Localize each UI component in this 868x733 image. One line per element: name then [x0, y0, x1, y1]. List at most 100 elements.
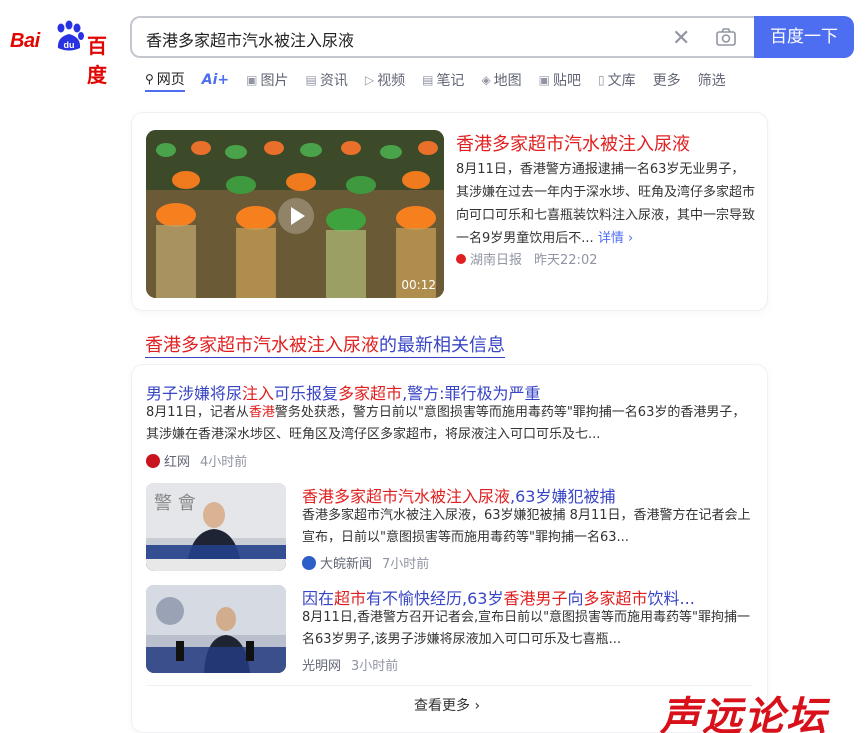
title-part: ,63岁嫌犯被捕: [510, 487, 616, 506]
title-part: 有不愉快经历,63岁: [366, 589, 504, 608]
news-title-1[interactable]: 男子涉嫌将尿注入可乐报复多家超市,警方:罪行极为严重: [146, 380, 541, 404]
search-tabs: ⚲ 网页 Ai+ ▣ 图片 ▤ 资讯 ▷ 视频 ▤ 笔记 ◈ 地图 ▣ 贴吧 ▯ 文库 更多 筛…: [145, 68, 743, 94]
tab-news[interactable]: ▤ 资讯: [306, 68, 348, 92]
desc-part: 8月11日，记者从: [146, 405, 249, 420]
search-query-text[interactable]: 香港多家超市汽水被注入尿液: [146, 27, 354, 51]
title-rest-part: 的最新相关信息: [379, 335, 505, 356]
title-part: 饮料...: [647, 589, 695, 608]
title-part: 向: [567, 589, 584, 608]
video-duration: 00:12: [401, 278, 436, 292]
video-icon: ▷: [364, 73, 375, 87]
clear-icon[interactable]: ✕: [672, 26, 690, 51]
desc-part: 香港: [248, 405, 275, 420]
news-title-2[interactable]: 香港多家超市汽水被注入尿液,63岁嫌犯被捕: [302, 483, 615, 507]
source-name[interactable]: 光明网: [302, 655, 341, 674]
latest-info-title[interactable]: 香港多家超市汽水被注入尿液的最新相关信息: [145, 331, 505, 358]
title-part: ,警方:罪行极为严重: [402, 384, 541, 403]
title-part: 因在: [302, 589, 335, 608]
source-name[interactable]: 大皖新闻: [320, 553, 372, 572]
news-result-card: 男子涉嫌将尿注入可乐报复多家超市,警方:罪行极为严重 8月11日，记者从香港警务…: [131, 364, 768, 733]
news-thumbnail[interactable]: [146, 585, 286, 673]
see-more-label: 查看更多: [414, 698, 470, 714]
title-part: 男子涉嫌将尿: [146, 384, 243, 403]
baidu-logo[interactable]: Bai du 百度: [10, 18, 120, 87]
news-source-1: 红网 4小时前: [146, 451, 247, 470]
news-thumbnail[interactable]: 警 會: [146, 483, 286, 571]
press-conference-image: [146, 585, 286, 673]
news-title-3[interactable]: 因在超市有不愉快经历,63岁香港男子向多家超市饮料...: [302, 585, 695, 609]
news-desc-1: 8月11日，记者从香港警务处获悉，警方日前以"意图损害等而施用毒药等"罪拘捕一名…: [146, 402, 758, 446]
tab-label: 笔记: [436, 73, 465, 89]
video-result-desc: 8月11日，香港警方通报逮捕一名63岁无业男子，其涉嫌在过去一年内于深水埗、旺角…: [456, 158, 756, 250]
tab-label: 网页: [156, 72, 185, 88]
see-more-button[interactable]: 查看更多 ›: [414, 695, 480, 715]
tab-label: 文库: [607, 73, 636, 89]
details-label: 详情: [597, 231, 624, 246]
camera-icon[interactable]: [715, 26, 737, 48]
video-result-title[interactable]: 香港多家超市汽水被注入尿液: [456, 130, 690, 156]
tab-map[interactable]: ◈ 地图: [481, 68, 521, 92]
title-part: 多家超市: [583, 589, 648, 608]
tab-web[interactable]: ⚲ 网页: [145, 68, 185, 92]
forum-watermark: 声远论坛: [660, 694, 828, 733]
tab-filter[interactable]: 筛选: [698, 68, 726, 92]
play-icon[interactable]: [278, 198, 314, 234]
video-thumbnail[interactable]: 00:12: [146, 130, 444, 298]
title-part: 超市: [334, 589, 367, 608]
tab-label: 地图: [493, 73, 522, 89]
logo-latin: Bai: [10, 30, 40, 52]
tab-label: Ai+: [201, 72, 230, 88]
tab-more[interactable]: 更多: [653, 68, 681, 92]
tab-label: 筛选: [697, 73, 726, 89]
news-item-2: 警 會 香港多家超市汽水被注入尿液,63岁嫌犯被捕 香港多家超市汽水被注入尿液，…: [146, 483, 758, 585]
source-name[interactable]: 湖南日报: [470, 249, 522, 268]
chevron-right-icon: ›: [474, 698, 481, 714]
news-source-3: 光明网 3小时前: [302, 655, 398, 674]
source-time: 4小时前: [200, 455, 248, 470]
tab-label: 图片: [260, 73, 289, 89]
press-conference-image: 警 會: [146, 483, 286, 571]
video-result-source: 湖南日报 昨天22:02: [456, 249, 597, 268]
tab-wenku[interactable]: ▯ 文库: [598, 68, 636, 92]
tab-video[interactable]: ▷ 视频: [365, 68, 405, 92]
tab-label: 贴吧: [553, 73, 582, 89]
doc-icon: ▯: [598, 73, 605, 87]
title-part: 注入: [242, 384, 275, 403]
title-part: 香港男子: [503, 589, 568, 608]
source-logo-icon: [146, 453, 160, 468]
details-link[interactable]: 详情 ›: [598, 231, 633, 246]
news-desc-3: 8月11日,香港警方召开记者会,宣布日前以"意图损害等而施用毒药等"罪拘捕一名6…: [302, 610, 751, 647]
tieba-icon: ▣: [538, 73, 551, 87]
news-item-3: 因在超市有不愉快经历,63岁香港男子向多家超市饮料... 8月11日,香港警方召…: [146, 585, 758, 687]
tab-tieba[interactable]: ▣ 贴吧: [539, 68, 581, 92]
news-icon: ▤: [305, 73, 317, 87]
tab-label: 资讯: [319, 73, 348, 89]
search-input[interactable]: 香港多家超市汽水被注入尿液 ✕: [130, 16, 754, 58]
svg-text:警 會: 警 會: [154, 493, 196, 514]
title-part: 可乐报复: [274, 384, 339, 403]
news-source-2: 大皖新闻 7小时前: [302, 553, 429, 572]
tab-images[interactable]: ▣ 图片: [246, 68, 288, 92]
title-part: 多家超市: [338, 384, 403, 403]
map-icon: ◈: [481, 73, 491, 87]
search-button[interactable]: 百度一下: [754, 16, 854, 58]
title-red-part: 香港多家超市汽水被注入尿液: [145, 335, 379, 356]
source-logo-icon: [456, 253, 466, 264]
image-icon: ▣: [246, 73, 258, 87]
video-result-card: 00:12 香港多家超市汽水被注入尿液 8月11日，香港警方通报逮捕一名63岁无…: [131, 112, 768, 311]
tab-label: 视频: [377, 73, 406, 89]
source-logo-icon: [302, 555, 316, 570]
paw-logo-icon: du: [57, 20, 84, 51]
tab-label: 更多: [652, 73, 681, 89]
logo-du: du: [64, 40, 75, 50]
tab-ai[interactable]: Ai+: [202, 68, 229, 92]
note-icon: ▤: [422, 73, 434, 87]
tab-notes[interactable]: ▤ 笔记: [422, 68, 464, 92]
source-name[interactable]: 红网: [164, 451, 190, 470]
source-time: 7小时前: [382, 557, 430, 572]
news-desc-2: 香港多家超市汽水被注入尿液，63岁嫌犯被捕 8月11日，香港警方在记者会上宣布，…: [302, 508, 751, 545]
source-time: 3小时前: [351, 659, 399, 674]
logo-chinese: 百度: [87, 34, 107, 87]
source-time: 昨天22:02: [534, 253, 598, 268]
title-part: 香港多家超市汽水被注入尿液: [302, 487, 511, 506]
